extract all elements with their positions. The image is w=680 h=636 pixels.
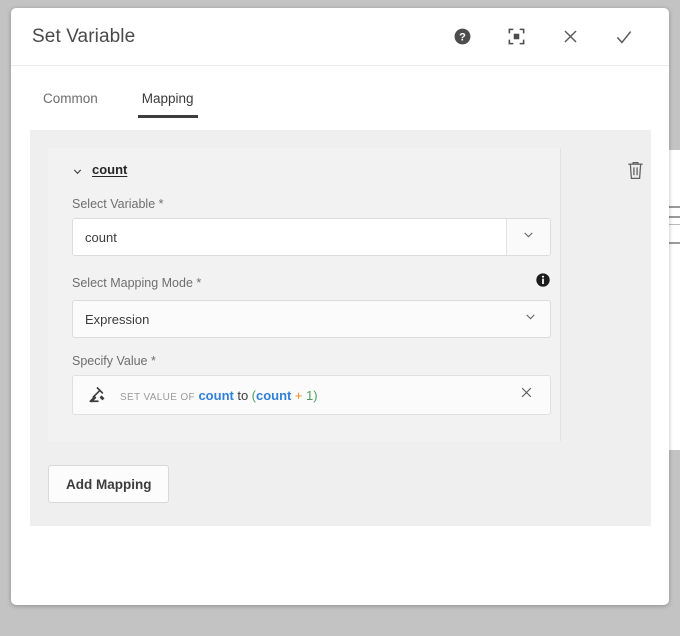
background-line <box>669 242 680 244</box>
expression-text[interactable]: SET VALUE OF count to (count + 1) <box>120 388 506 403</box>
background-line <box>669 206 680 208</box>
close-icon <box>519 385 534 405</box>
confirm-check-icon <box>614 27 634 47</box>
maximize-button[interactable] <box>489 17 543 57</box>
trash-icon <box>626 160 645 186</box>
dialog-header-actions: ? <box>435 17 651 57</box>
close-icon <box>561 27 580 46</box>
field-specify-value: Specify Value * <box>72 354 540 415</box>
mapping-card: count Select Variable * <box>48 148 561 441</box>
expression-token-to: to <box>237 388 248 403</box>
confirm-button[interactable] <box>597 17 651 57</box>
background-line <box>669 224 680 225</box>
expression-token-variable: count <box>198 388 233 403</box>
svg-text:?: ? <box>459 31 466 43</box>
field-select-variable: Select Variable * count <box>72 197 540 256</box>
field-select-mapping-mode: Select Mapping Mode * Expression <box>72 272 540 338</box>
select-mapping-mode-label: Select Mapping Mode * <box>72 276 201 290</box>
clear-expression-button[interactable] <box>506 376 546 414</box>
chevron-down-icon <box>522 228 535 246</box>
select-mapping-mode-value: Expression <box>85 312 524 327</box>
background-line <box>669 216 680 218</box>
tab-mapping[interactable]: Mapping <box>138 91 198 118</box>
select-mapping-mode-label-row: Select Mapping Mode * <box>72 272 551 293</box>
dialog-header: Set Variable ? <box>11 8 669 66</box>
mapping-card-header[interactable]: count <box>72 162 540 177</box>
select-variable-label: Select Variable * <box>72 197 164 211</box>
select-variable-label-row: Select Variable * <box>72 197 551 211</box>
add-mapping-button[interactable]: Add Mapping <box>48 465 169 503</box>
select-variable-dropdown-button[interactable] <box>506 219 550 255</box>
set-variable-dialog: Set Variable ? <box>11 8 669 605</box>
delete-mapping-button[interactable] <box>622 160 648 186</box>
close-button[interactable] <box>543 17 597 57</box>
help-icon: ? <box>453 27 472 46</box>
maximize-icon <box>507 27 526 46</box>
background-content-strip <box>668 150 680 450</box>
specify-value-expression-field[interactable]: SET VALUE OF count to (count + 1) <box>72 375 551 415</box>
tab-bar: Common Mapping <box>11 66 669 118</box>
expression-token-close-paren: ) <box>313 388 317 403</box>
select-mapping-mode-input[interactable]: Expression <box>72 300 551 338</box>
page-title: Set Variable <box>32 26 435 48</box>
expression-token-variable-2: count <box>256 388 291 403</box>
chevron-down-icon <box>524 310 537 328</box>
info-icon[interactable] <box>535 272 551 293</box>
select-variable-value[interactable]: count <box>73 219 506 255</box>
help-button[interactable]: ? <box>435 17 489 57</box>
chevron-down-icon[interactable] <box>72 164 83 175</box>
tab-common[interactable]: Common <box>39 91 102 118</box>
select-variable-input[interactable]: count <box>72 218 551 256</box>
mapping-panel: count Select Variable * <box>30 130 651 526</box>
mapping-card-title[interactable]: count <box>92 162 127 177</box>
expression-token-keyword: SET VALUE OF <box>120 392 195 403</box>
specify-value-label-row: Specify Value * <box>72 354 551 368</box>
specify-value-label: Specify Value * <box>72 354 156 368</box>
expression-builder-icon[interactable] <box>87 385 107 405</box>
